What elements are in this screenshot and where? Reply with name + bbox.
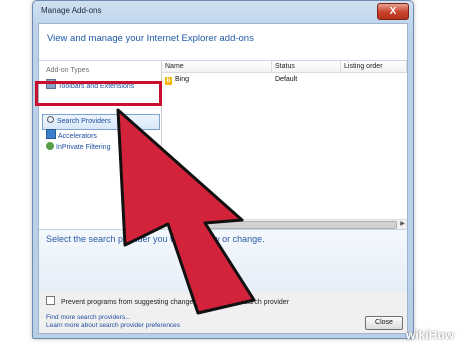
pointer-arrow-icon: [116, 108, 256, 315]
watermark: wikiHow: [405, 328, 454, 342]
